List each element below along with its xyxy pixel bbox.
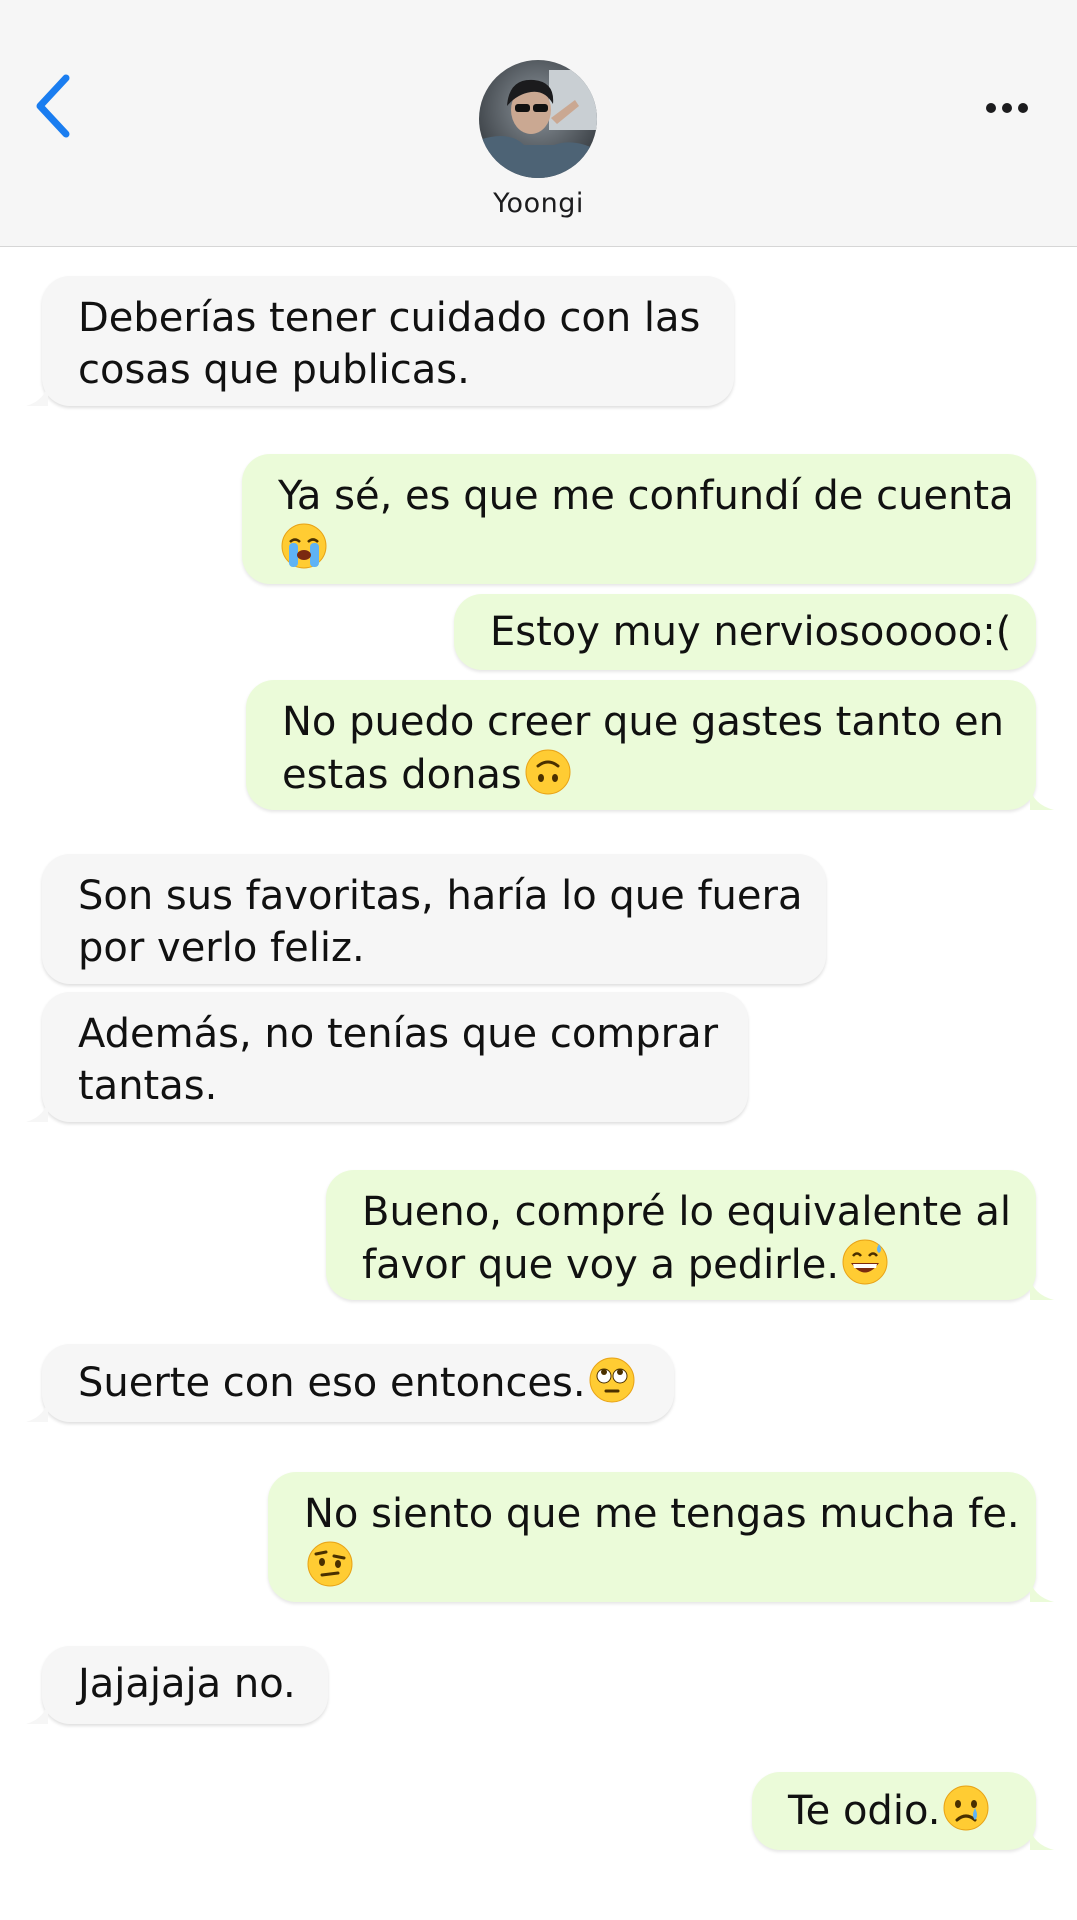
message-text: No siento que me tengas mucha fe. <box>304 1491 1020 1537</box>
loudly-crying-face-emoji <box>281 523 327 569</box>
grinning-sweat-face-emoji <box>842 1239 888 1285</box>
bubble-tail <box>26 382 48 406</box>
message-text: Ya sé, es que me confundí de cuenta <box>278 473 1014 519</box>
message-text: Deberías tener cuidado con las <box>78 295 701 341</box>
outgoing-message[interactable]: Ya sé, es que me confundí de cuenta <box>242 454 1036 584</box>
bubble-tail <box>1030 1578 1054 1602</box>
outgoing-message[interactable]: Te odio. <box>752 1772 1054 1850</box>
message-text: por verlo feliz. <box>78 925 365 971</box>
bubble-tail <box>26 1700 48 1724</box>
message-text: estas donas <box>282 752 522 798</box>
chat-header: Yoongi <box>0 0 1077 247</box>
contact-name: Yoongi <box>493 188 584 219</box>
outgoing-message[interactable]: Bueno, compré lo equivalente al favor qu… <box>326 1170 1054 1300</box>
outgoing-message[interactable]: Estoy muy nerviosooooo:( <box>454 594 1036 670</box>
bubble-tail <box>26 1398 48 1422</box>
message-text: Te odio. <box>788 1788 941 1834</box>
bubble-tail <box>1030 1276 1054 1300</box>
ellipsis-icon <box>986 103 1028 113</box>
message-text: Además, no tenías que comprar <box>78 1011 719 1057</box>
incoming-message[interactable]: Suerte con eso entonces. <box>26 1344 674 1422</box>
chevron-left-icon <box>36 74 70 138</box>
more-options-button[interactable] <box>971 88 1041 128</box>
message-text: Bueno, compré lo equivalente al <box>362 1189 1012 1235</box>
message-text: Suerte con eso entonces. <box>78 1360 586 1406</box>
message-text: Son sus favoritas, haría lo que fuera <box>78 873 803 919</box>
message-text: favor que voy a pedirle. <box>362 1242 840 1288</box>
bubble-tail <box>1030 1826 1054 1850</box>
message-text: tantas. <box>78 1063 218 1109</box>
bubble-tail <box>1030 786 1054 810</box>
back-button[interactable] <box>30 70 80 140</box>
incoming-message[interactable]: Además, no tenías que comprar tantas. <box>26 992 748 1122</box>
message-text: No puedo creer que gastes tanto en <box>282 699 1005 745</box>
outgoing-message[interactable]: No puedo creer que gastes tanto en estas… <box>246 680 1054 810</box>
message-text: Jajajaja no. <box>78 1661 296 1707</box>
eye-roll-face-emoji <box>589 1357 635 1403</box>
message-text: cosas que publicas. <box>78 347 470 393</box>
incoming-message[interactable]: Son sus favoritas, haría lo que fuera po… <box>42 854 826 984</box>
outgoing-message[interactable]: No siento que me tengas mucha fe. <box>268 1472 1054 1602</box>
upside-down-face-emoji <box>525 749 571 795</box>
raised-eyebrow-face-emoji <box>307 1541 353 1587</box>
avatar-image <box>479 60 597 178</box>
incoming-message[interactable]: Deberías tener cuidado con las cosas que… <box>26 276 734 406</box>
crying-face-emoji <box>943 1785 989 1831</box>
message-text: Estoy muy nerviosooooo:( <box>490 609 1012 655</box>
bubble-tail <box>26 1098 48 1122</box>
contact-avatar[interactable] <box>479 60 597 178</box>
incoming-message[interactable]: Jajajaja no. <box>26 1646 328 1724</box>
